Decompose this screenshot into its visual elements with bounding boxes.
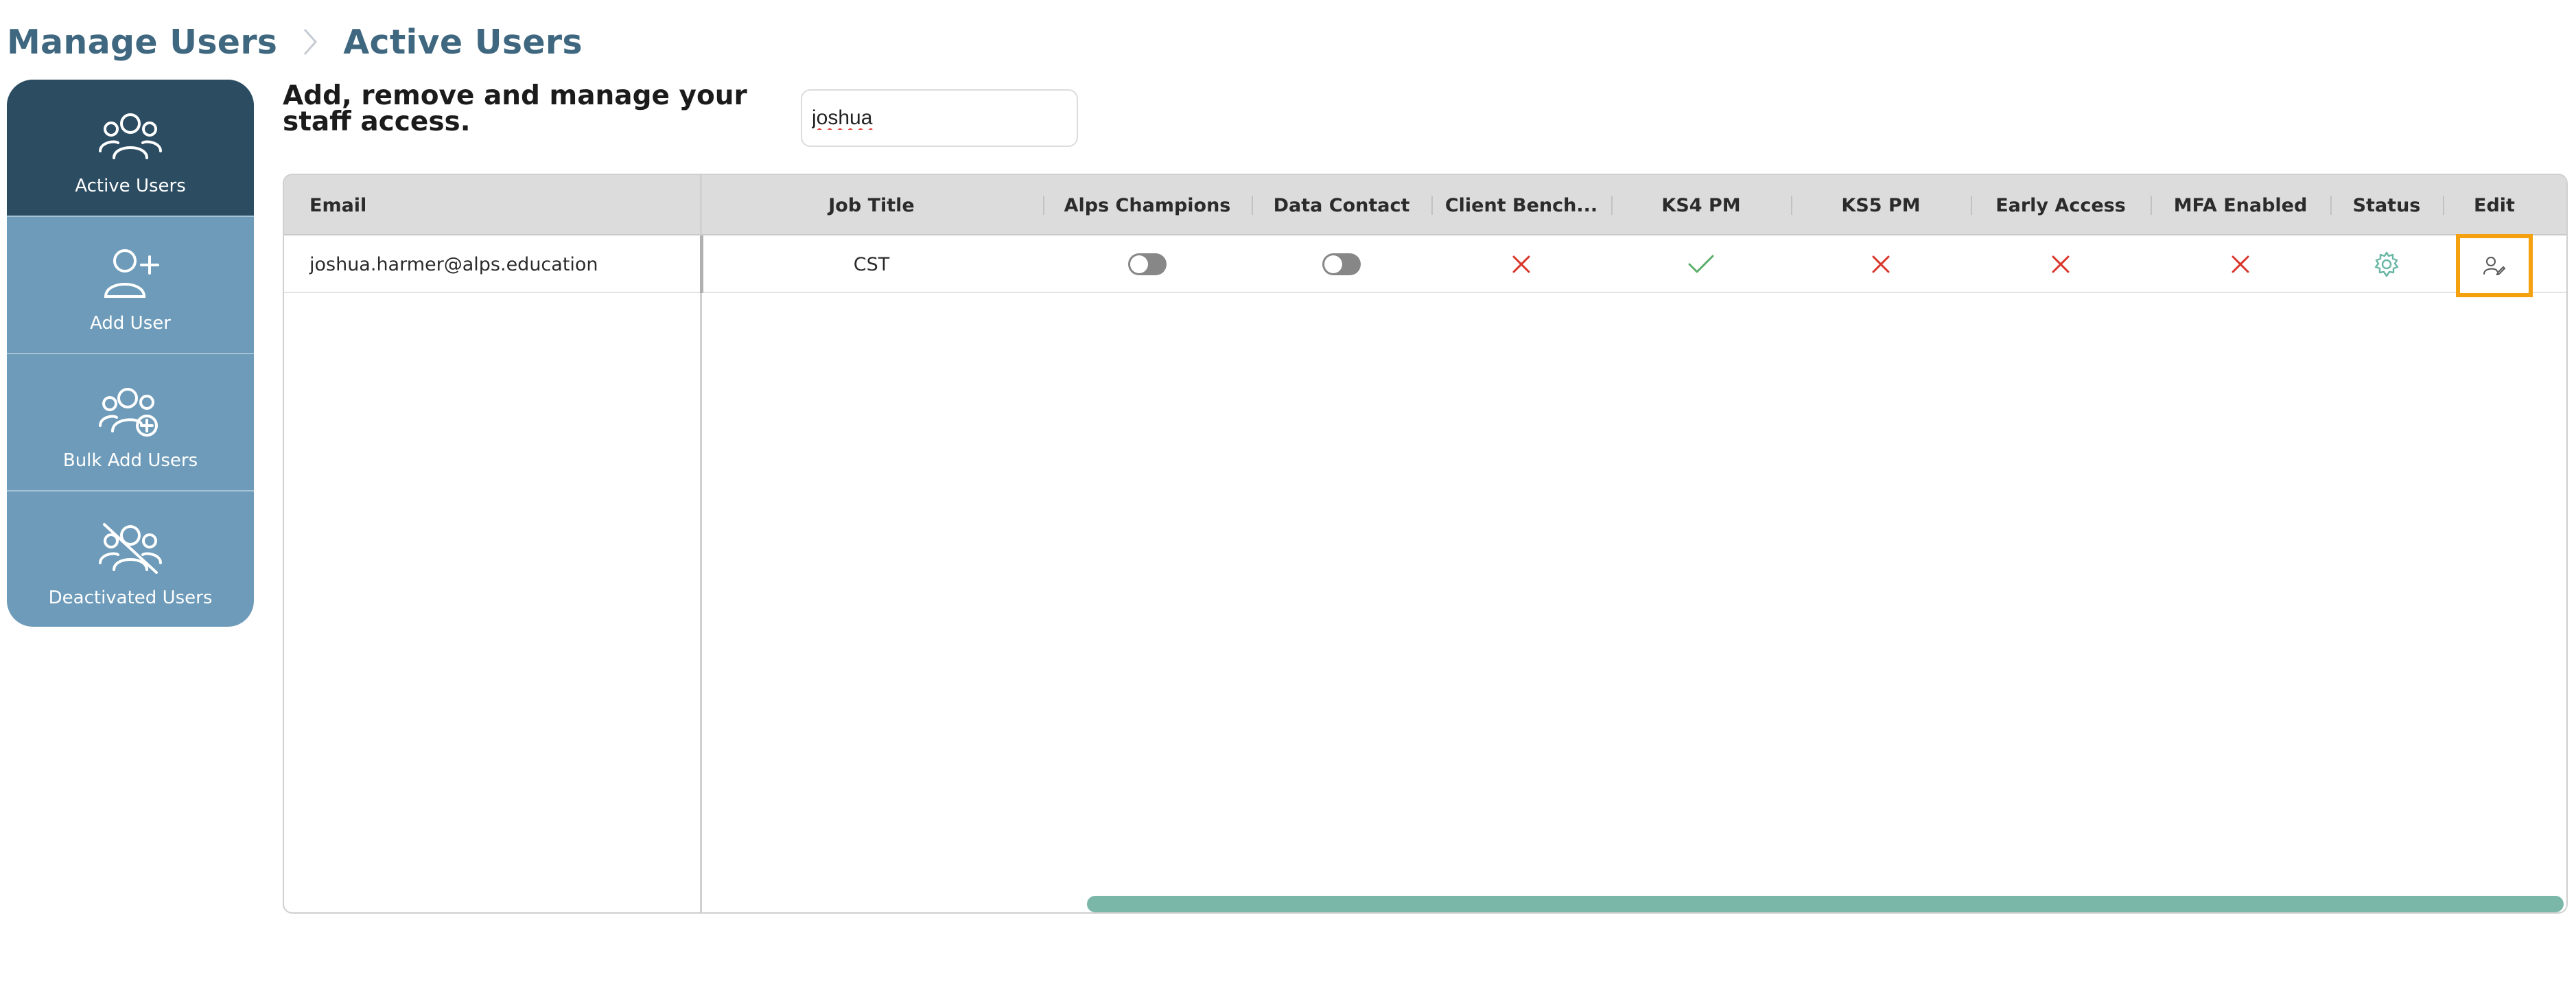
breadcrumb-manage-users[interactable]: Manage Users: [7, 23, 277, 62]
cell-job-title: CST: [853, 253, 890, 275]
gear-icon[interactable]: [2373, 251, 2400, 278]
column-header-ks5-pm[interactable]: KS5 PM: [1791, 175, 1971, 235]
cross-icon: [2232, 255, 2249, 273]
column-header-job-title[interactable]: Job Title: [700, 175, 1043, 235]
cell-alps-champions: [1043, 235, 1252, 293]
column-header-mfa-enabled[interactable]: MFA Enabled: [2151, 175, 2330, 235]
alps-champions-toggle[interactable]: [1128, 253, 1167, 275]
chevron-right-icon: [290, 18, 331, 66]
sidebar-item-label: Active Users: [75, 176, 186, 196]
data-contact-toggle[interactable]: [1322, 253, 1361, 275]
cell-email: joshua.harmer@alps.education: [309, 253, 598, 275]
cell-mfa-enabled: [2151, 235, 2330, 293]
pinned-column-row-divider: [700, 235, 703, 293]
user-edit-icon: [2483, 257, 2506, 275]
column-header-data-contact[interactable]: Data Contact: [1252, 175, 1431, 235]
sidebar-item-label: Add User: [90, 313, 171, 334]
sidebar-item-active-users[interactable]: Active Users: [7, 80, 254, 216]
cell-client-bench: [1431, 235, 1611, 293]
sidebar-item-label: Deactivated Users: [48, 588, 213, 608]
cell-data-contact: [1252, 235, 1431, 293]
column-header-ks4-pm[interactable]: KS4 PM: [1611, 175, 1791, 235]
user-plus-icon: [97, 240, 163, 306]
sidebar-item-deactivated-users[interactable]: Deactivated Users: [7, 492, 254, 627]
scrollbar-thumb[interactable]: [1087, 896, 2564, 912]
users-slash-icon: [97, 515, 163, 581]
cell-ks4-pm: [1611, 235, 1791, 293]
column-header-edit[interactable]: Edit: [2443, 175, 2546, 235]
cell-early-access: [1971, 235, 2151, 293]
table-row[interactable]: joshua.harmer@alps.education CST: [284, 235, 2566, 293]
column-header-alps-champions[interactable]: Alps Champions: [1043, 175, 1252, 235]
cross-icon: [1872, 255, 1890, 273]
column-header-client-bench[interactable]: Client Bench...: [1431, 175, 1611, 235]
sidebar-item-bulk-add-users[interactable]: Bulk Add Users: [7, 354, 254, 490]
horizontal-scrollbar[interactable]: [1087, 896, 2564, 912]
edit-user-button[interactable]: [2456, 234, 2533, 297]
table-header: Email Job Title Alps Champions Data Cont…: [284, 175, 2566, 235]
column-header-status[interactable]: Status: [2330, 175, 2443, 235]
cell-status: [2330, 235, 2443, 293]
users-plus-icon: [97, 378, 163, 443]
sidebar: Active Users Add User Bulk Add Users Dea…: [7, 80, 254, 627]
breadcrumb: Manage Users Active Users: [7, 18, 583, 66]
sidebar-item-add-user[interactable]: Add User: [7, 217, 254, 353]
column-header-email[interactable]: Email: [309, 175, 366, 235]
sidebar-item-label: Bulk Add Users: [62, 450, 198, 471]
page-heading: Add, remove and manage your staff access…: [283, 80, 747, 137]
cell-ks5-pm: [1791, 235, 1971, 293]
column-header-early-access[interactable]: Early Access: [1971, 175, 2151, 235]
cross-icon: [1512, 255, 1530, 273]
search-input[interactable]: [801, 89, 1078, 147]
breadcrumb-active-users: Active Users: [343, 22, 583, 62]
cross-icon: [2052, 255, 2070, 273]
users-icon: [97, 103, 163, 169]
users-table: Email Job Title Alps Champions Data Cont…: [283, 174, 2568, 914]
check-icon: [1688, 255, 1714, 273]
